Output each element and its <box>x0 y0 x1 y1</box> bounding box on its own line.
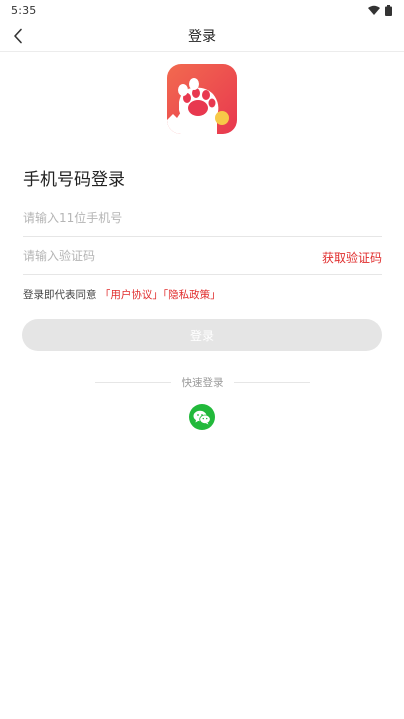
phone-field-row <box>23 199 382 237</box>
status-icons <box>368 4 392 16</box>
login-heading: 手机号码登录 <box>23 170 125 190</box>
privacy-policy-link[interactable]: 「隐私政策」 <box>163 289 221 301</box>
wechat-icon <box>193 410 211 424</box>
status-time: 5:35 <box>11 3 37 17</box>
logo-dot <box>215 111 229 125</box>
app-bar: 登录 <box>0 20 404 52</box>
user-agreement-link[interactable]: 「用户协议」 <box>100 289 163 301</box>
app-logo <box>167 64 237 134</box>
wechat-login-button[interactable] <box>189 404 215 430</box>
wifi-icon <box>368 5 380 15</box>
back-button[interactable] <box>4 22 32 50</box>
code-field-row: 获取验证码 <box>23 237 382 275</box>
agreement-text: 登录即代表同意 「用户协议」「隐私政策」 <box>23 287 221 302</box>
get-code-button[interactable]: 获取验证码 <box>322 249 382 266</box>
divider-line-left <box>95 381 171 383</box>
chevron-left-icon <box>14 28 22 44</box>
divider-line-right <box>234 381 310 383</box>
page-title: 登录 <box>188 28 216 45</box>
phone-input[interactable] <box>23 199 303 236</box>
status-bar: 5:35 <box>0 0 404 20</box>
battery-icon <box>385 4 392 16</box>
agreement-prefix: 登录即代表同意 <box>23 289 97 301</box>
login-button[interactable]: 登录 <box>22 319 382 351</box>
quick-login-divider: 快速登录 <box>95 375 310 389</box>
quick-login-label: 快速登录 <box>181 376 224 389</box>
verification-code-input[interactable] <box>23 237 303 274</box>
